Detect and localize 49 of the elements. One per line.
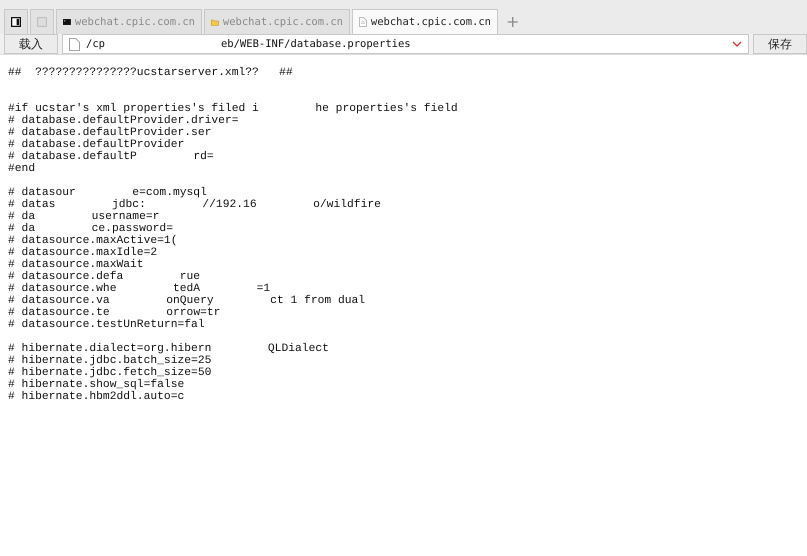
terminal-icon: [63, 16, 71, 28]
code-text: rue: [180, 271, 200, 283]
code-text: # database.defaultProvider: [8, 139, 184, 151]
code-text: e=com.mysql: [132, 187, 207, 199]
code-text: he properties's field: [315, 103, 458, 115]
code-text: ct 1 from dual: [270, 295, 366, 307]
path-field[interactable]: /cp eb/WEB-INF/database.properties: [62, 34, 749, 54]
code-text: orrow=tr: [166, 307, 220, 319]
code-text: # database.defaultP: [8, 151, 137, 163]
save-button[interactable]: 保存: [753, 34, 807, 54]
code-text: # datasource.defa: [8, 271, 124, 283]
code-text: # hibernate.dialect=org.hibern: [8, 343, 212, 355]
file-icon: [359, 15, 367, 29]
code-text: # datasource.testUnReturn=fal: [8, 319, 205, 331]
code-text: # datas: [8, 199, 56, 211]
code-text: # hibernate.jdbc.fetch_size=50: [8, 367, 212, 379]
code-text: QLDialect: [268, 343, 329, 355]
code-text: # datasour: [8, 187, 76, 199]
code-text: onQuery: [166, 295, 214, 307]
code-text: #end: [8, 163, 36, 175]
code-text: o/wildfire: [313, 199, 381, 211]
code-text: username=r: [92, 211, 160, 223]
file-icon: [69, 38, 80, 50]
code-text: # da: [8, 223, 36, 235]
code-text: # datasource.va: [8, 295, 110, 307]
code-text: ce.password=: [92, 223, 173, 235]
code-text: # hibernate.hbm2ddl.auto=c: [8, 391, 184, 403]
code-text: =1: [256, 283, 270, 295]
code-text: //192.16: [202, 199, 257, 211]
code-text: # datasource.maxIdle=2: [8, 247, 158, 259]
code-text: # datasource.maxActive=1(: [8, 235, 178, 247]
code-text: tedA: [172, 283, 200, 295]
code-text: # database.defaultProvider.ser: [8, 127, 212, 139]
code-text: # hibernate.jdbc.batch_size=25: [8, 355, 212, 367]
code-text: #if ucstar's xml properties's filed i: [8, 103, 259, 115]
code-text: # datasource.maxWait: [8, 259, 144, 271]
code-text: ## ???????????????ucstarserver.xml?? ##: [8, 67, 293, 79]
code-text: # datasource.whe: [8, 283, 116, 295]
code-text: # da: [8, 211, 36, 223]
dropdown-caret-icon[interactable]: [732, 41, 742, 47]
panel-toggle-icon[interactable]: [11, 14, 21, 30]
code-text: jdbc:: [112, 199, 146, 211]
load-button[interactable]: 载入: [4, 34, 58, 54]
tab[interactable]: [4, 9, 28, 34]
code-text: # datasource.te: [8, 307, 110, 319]
code-text: # hibernate.show_sql=false: [8, 379, 184, 391]
tab[interactable]: webchat.cpic.com.cn: [352, 9, 498, 34]
code-text: rd=: [193, 151, 214, 163]
code-text: # database.defaultProvider.driver=: [8, 115, 238, 127]
